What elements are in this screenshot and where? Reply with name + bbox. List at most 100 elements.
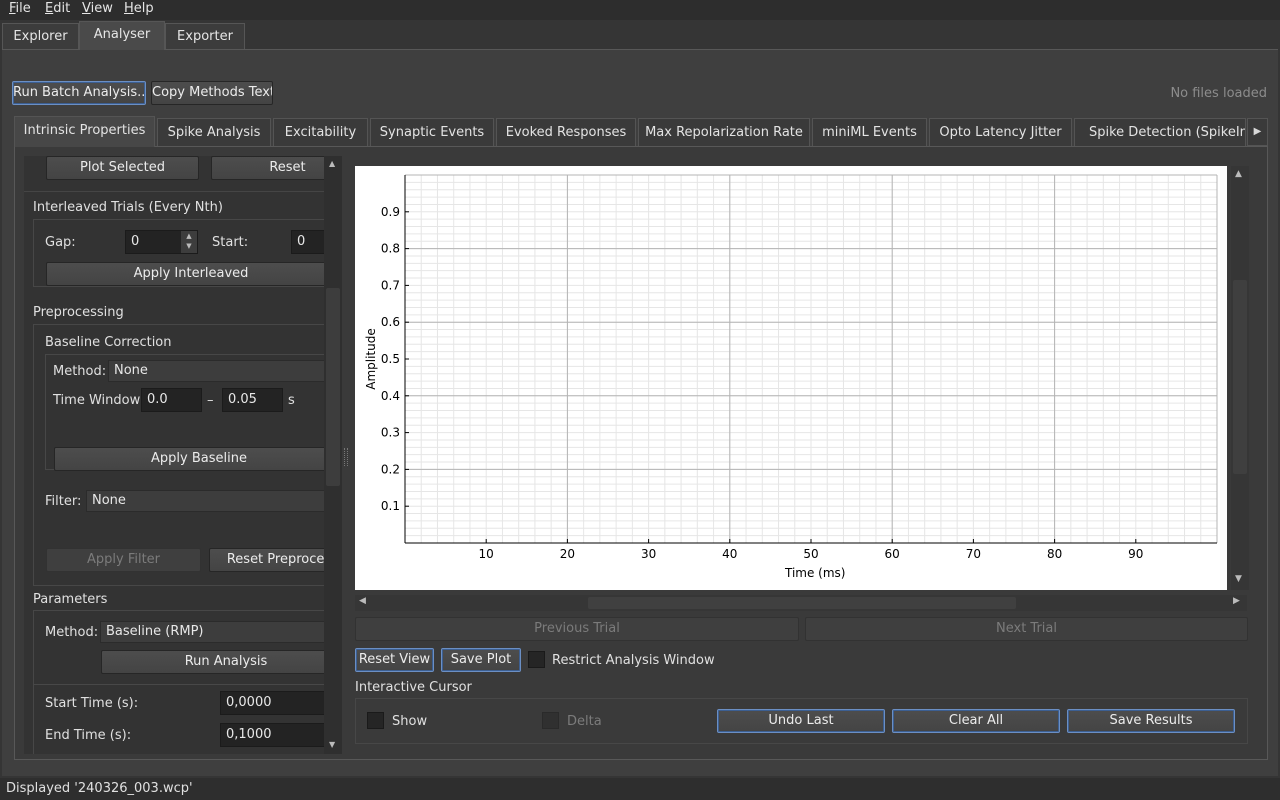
scroll-down-icon[interactable]: ▼ — [1235, 574, 1242, 584]
plot-hscrollbar[interactable]: ◀ ▶ — [355, 595, 1247, 611]
x-tick-label: 40 — [722, 547, 737, 561]
baseline-correction-title: Baseline Correction — [45, 335, 172, 350]
filter-select[interactable]: None — [86, 490, 324, 512]
time-window-unit: s — [288, 393, 295, 408]
time-window-label: Time Window: — [53, 393, 144, 408]
amplitude-time-plot[interactable]: 10 20 30 40 50 60 70 80 90 0.1 0.2 0.3 0.4 0.5 0.6 0.7 0… — [355, 166, 1227, 590]
tab-intrinsic-properties[interactable]: Intrinsic Properties — [14, 116, 155, 147]
tab-evoked-responses[interactable]: Evoked Responses — [496, 118, 636, 146]
x-tick-label: 50 — [803, 547, 818, 561]
y-tick-label: 0.1 — [381, 499, 400, 513]
clear-all-button[interactable]: Clear All — [892, 709, 1060, 733]
plot-area[interactable]: 10 20 30 40 50 60 70 80 90 0.1 0.2 0.3 0.4 0.5 0.6 0.7 0… — [355, 166, 1227, 590]
divider — [33, 684, 324, 685]
y-tick-label: 0.3 — [381, 426, 400, 440]
tab-explorer[interactable]: Explorer — [2, 23, 79, 49]
plot-selected-button[interactable]: Plot Selected — [46, 156, 199, 180]
preprocessing-title: Preprocessing — [33, 305, 124, 320]
time-window-start-input[interactable]: 0.0 — [141, 388, 202, 412]
y-tick-label: 0.8 — [381, 242, 400, 256]
start-input[interactable]: 0 — [291, 230, 324, 254]
controls-panel: Plot Selected Reset Interleaved Trials (… — [24, 156, 324, 754]
apply-filter-button[interactable]: Apply Filter — [46, 548, 201, 572]
apply-baseline-button[interactable]: Apply Baseline — [54, 447, 324, 471]
plot-vscrollbar[interactable]: ▲ ▼ — [1231, 166, 1249, 590]
status-bar: Displayed '240326_003.wcp' — [0, 778, 1280, 800]
tab-synaptic-events[interactable]: Synaptic Events — [370, 118, 494, 146]
tab-miniml-events[interactable]: miniML Events — [812, 118, 927, 146]
end-time-label: End Time (s): — [45, 728, 132, 743]
x-tick-label: 10 — [479, 547, 494, 561]
files-status: No files loaded — [1170, 86, 1267, 101]
menu-file[interactable]: File — [9, 1, 31, 16]
menu-view[interactable]: View — [82, 1, 113, 16]
save-plot-button[interactable]: Save Plot — [441, 648, 521, 672]
y-axis-label: Amplitude — [364, 328, 378, 390]
baseline-method-select[interactable]: None — [108, 360, 324, 382]
interleaved-trials-title: Interleaved Trials (Every Nth) — [33, 200, 223, 215]
status-message: Displayed '240326_003.wcp' — [6, 781, 193, 796]
y-tick-label: 0.7 — [381, 278, 400, 292]
gap-stepper-icon[interactable]: ▲ ▼ — [181, 231, 197, 253]
param-method-label: Method: — [45, 625, 99, 640]
tab-analyser[interactable]: Analyser — [79, 21, 165, 50]
filter-label: Filter: — [45, 494, 82, 509]
show-cursor-checkbox[interactable] — [367, 712, 384, 729]
start-time-input[interactable]: 0,0000 — [220, 691, 324, 715]
time-window-end-input[interactable]: 0.05 — [222, 388, 283, 412]
start-label: Start: — [212, 235, 249, 250]
apply-interleaved-button[interactable]: Apply Interleaved — [46, 262, 324, 286]
y-tick-label: 0.2 — [381, 462, 400, 476]
run-batch-analysis-button[interactable]: Run Batch Analysis... — [12, 81, 146, 105]
scrollbar-handle[interactable] — [326, 288, 340, 486]
scroll-up-icon[interactable]: ▲ — [329, 159, 335, 168]
menu-help[interactable]: Help — [124, 1, 154, 16]
divider — [24, 191, 324, 192]
tab-excitability[interactable]: Excitability — [273, 118, 368, 146]
y-tick-label: 0.6 — [381, 315, 400, 329]
tab-scroll-right-icon[interactable]: ▶ — [1247, 118, 1268, 146]
run-analysis-button[interactable]: Run Analysis — [101, 650, 324, 674]
start-time-label: Start Time (s): — [45, 696, 139, 711]
y-tick-label: 0.5 — [381, 352, 400, 366]
time-window-dash: – — [207, 393, 214, 408]
controls-scrollbar[interactable]: ▲ ▼ — [324, 156, 342, 754]
y-tick-label: 0.9 — [381, 205, 400, 219]
menu-edit[interactable]: Edit — [45, 1, 70, 16]
tab-exporter[interactable]: Exporter — [165, 23, 245, 49]
delta-checkbox[interactable] — [542, 712, 559, 729]
splitter-handle[interactable] — [344, 448, 348, 466]
x-tick-label: 30 — [641, 547, 656, 561]
end-time-input[interactable]: 0,1000 — [220, 723, 324, 747]
previous-trial-button[interactable]: Previous Trial — [355, 617, 799, 641]
x-axis-label: Time (ms) — [784, 566, 846, 580]
restrict-analysis-label: Restrict Analysis Window — [552, 653, 715, 668]
scrollbar-handle[interactable] — [588, 597, 1016, 609]
tab-spike-detection[interactable]: Spike Detection (SpikeInt — [1074, 118, 1246, 146]
tab-spike-analysis[interactable]: Spike Analysis — [157, 118, 271, 146]
tab-opto-latency-jitter[interactable]: Opto Latency Jitter — [929, 118, 1072, 146]
next-trial-button[interactable]: Next Trial — [805, 617, 1248, 641]
copy-methods-text-button[interactable]: Copy Methods Text — [151, 81, 273, 105]
scrollbar-handle[interactable] — [1233, 280, 1247, 474]
x-tick-label: 20 — [560, 547, 575, 561]
method-label: Method: — [53, 364, 107, 379]
reset-preprocessing-button[interactable]: Reset Preproces — [209, 548, 324, 572]
reset-button[interactable]: Reset — [211, 156, 324, 180]
restrict-analysis-checkbox[interactable] — [528, 651, 545, 668]
parameters-title: Parameters — [33, 592, 108, 607]
undo-last-button[interactable]: Undo Last — [717, 709, 885, 733]
save-results-button[interactable]: Save Results — [1067, 709, 1235, 733]
scroll-right-icon[interactable]: ▶ — [1233, 596, 1240, 606]
reset-view-button[interactable]: Reset View — [355, 648, 434, 672]
x-tick-label: 90 — [1128, 547, 1143, 561]
param-method-select[interactable]: Baseline (RMP) — [100, 621, 324, 643]
scroll-down-icon[interactable]: ▼ — [329, 740, 335, 749]
scroll-up-icon[interactable]: ▲ — [1235, 169, 1242, 179]
x-tick-label: 80 — [1047, 547, 1062, 561]
tab-max-repolarization-rate[interactable]: Max Repolarization Rate — [638, 118, 810, 146]
x-tick-label: 70 — [966, 547, 981, 561]
x-tick-label: 60 — [885, 547, 900, 561]
delta-label: Delta — [567, 714, 602, 729]
scroll-left-icon[interactable]: ◀ — [359, 596, 366, 606]
